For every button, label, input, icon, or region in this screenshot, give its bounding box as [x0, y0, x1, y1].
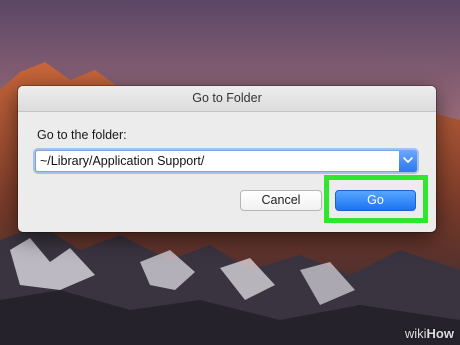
folder-path-combobox[interactable]: ~/Library/Application Support/	[35, 150, 417, 172]
go-button[interactable]: Go	[335, 190, 416, 211]
wikihow-watermark: wikiHow	[405, 326, 454, 341]
cancel-button[interactable]: Cancel	[240, 190, 322, 211]
path-history-dropdown-button[interactable]	[399, 150, 417, 172]
folder-path-input[interactable]: ~/Library/Application Support/	[40, 151, 204, 171]
desktop-background: Go to Folder Go to the folder: ~/Library…	[0, 0, 460, 345]
chevron-down-icon	[403, 157, 413, 163]
dialog-title: Go to Folder	[18, 86, 436, 112]
watermark-part2: How	[426, 326, 454, 341]
folder-prompt-label: Go to the folder:	[37, 128, 127, 142]
watermark-part1: wiki	[404, 326, 427, 341]
